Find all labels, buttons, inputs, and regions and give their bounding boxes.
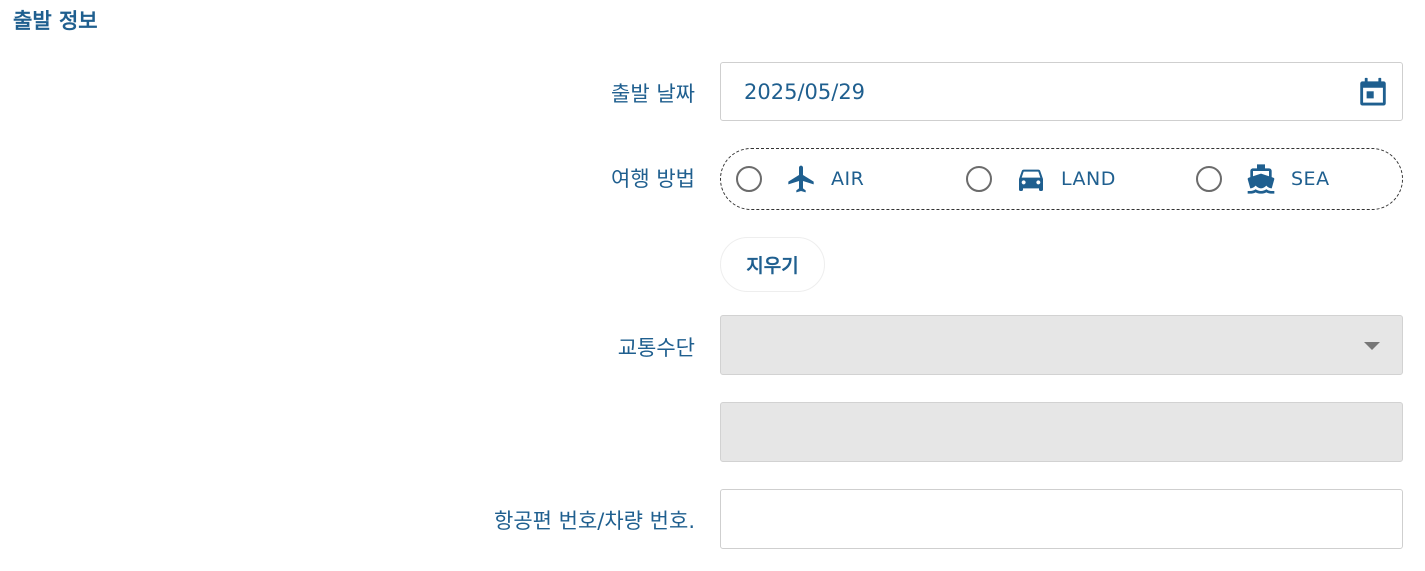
radio-button-sea[interactable] [1196,165,1222,192]
ship-icon [1247,163,1275,194]
radio-option-sea[interactable]: SEA [1196,149,1330,208]
transport-select[interactable] [720,315,1403,375]
travel-method-radio-group: AIR LAND SEA [720,148,1403,210]
vehicle-number-label: 항공편 번호/차량 번호. [494,509,695,533]
radio-option-air[interactable]: AIR [736,149,864,208]
departure-date-label: 출발 날짜 [611,82,695,106]
airplane-icon [788,165,814,192]
departure-date-field[interactable]: 2025/05/29 [720,62,1403,121]
car-icon [1019,169,1043,191]
transport-detail-field[interactable] [720,402,1403,462]
radio-label-sea: SEA [1291,167,1330,190]
radio-label-air: AIR [831,167,865,190]
calendar-icon[interactable] [1356,75,1390,109]
section-title: 출발 정보 [13,9,98,33]
chevron-down-icon [1364,342,1380,350]
vehicle-number-input[interactable] [720,489,1403,549]
departure-date-value: 2025/05/29 [744,80,866,104]
radio-button-land[interactable] [966,165,992,192]
travel-method-label: 여행 방법 [611,167,695,191]
radio-label-land: LAND [1061,167,1116,190]
transport-label: 교통수단 [617,336,695,360]
radio-button-air[interactable] [736,165,762,192]
clear-button[interactable]: 지우기 [720,237,825,292]
radio-option-land[interactable]: LAND [966,149,1116,208]
